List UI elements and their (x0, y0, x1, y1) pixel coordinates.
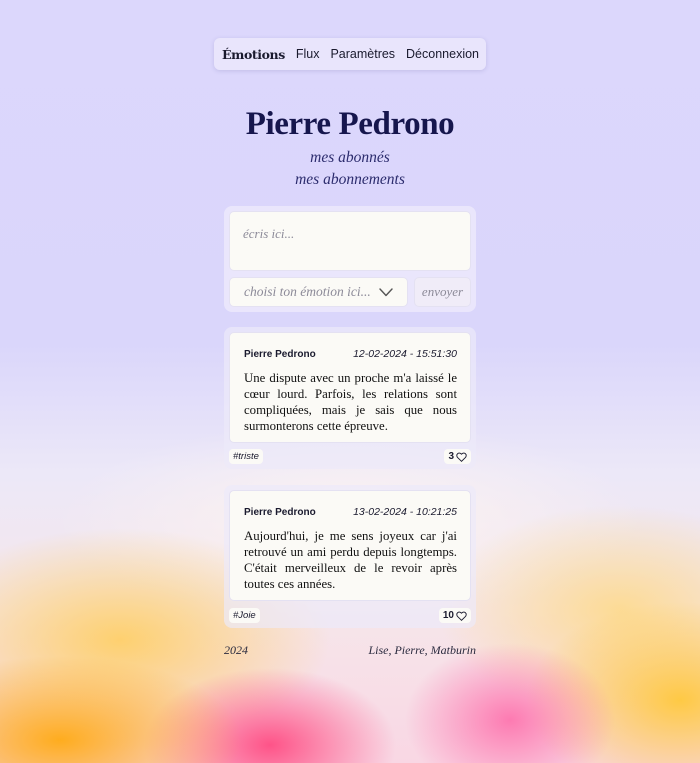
followers-link[interactable]: mes abonnés (0, 149, 700, 167)
like-count: 3 (448, 451, 454, 462)
like-button[interactable]: 3 (444, 449, 471, 464)
post-text: Aujourd'hui, je me sens joyeux car j'ai … (244, 529, 457, 591)
profile-name: Pierre Pedrono (245, 106, 455, 142)
post-text-input[interactable]: écris ici... (229, 211, 471, 271)
post-card: Pierre Pedrono 12-02-2024 - 15:51:30 Une… (224, 327, 476, 469)
post-date: 13-02-2024 - 10:21:25 (353, 506, 457, 518)
following-link[interactable]: mes abonnements (0, 171, 700, 189)
emotion-tag[interactable]: #Joie (229, 608, 260, 623)
footer-credits: Lise, Pierre, Matburin (368, 643, 476, 657)
post-composer: écris ici... choisi ton émotion ici... e… (224, 206, 476, 312)
post-card: Pierre Pedrono 13-02-2024 - 10:21:25 Auj… (224, 485, 476, 628)
post-content: Pierre Pedrono 12-02-2024 - 15:51:30 Une… (229, 332, 471, 443)
page: Émotions Flux Paramètres Déconnexion Pie… (0, 0, 700, 763)
send-button[interactable]: envoyer (414, 277, 471, 307)
emotion-select-placeholder: choisi ton émotion ici... (244, 284, 371, 299)
heart-icon (456, 611, 467, 621)
post-date: 12-02-2024 - 15:51:30 (353, 348, 457, 360)
brand-logo[interactable]: Émotions (222, 47, 285, 62)
chevron-down-icon (379, 287, 393, 296)
emotion-tag[interactable]: #triste (229, 449, 263, 464)
like-button[interactable]: 10 (438, 608, 471, 623)
nav-link-parametres[interactable]: Paramètres (330, 47, 395, 61)
post-author[interactable]: Pierre Pedrono (244, 349, 316, 360)
nav-link-deconnexion[interactable]: Déconnexion (406, 47, 479, 61)
top-nav: Émotions Flux Paramètres Déconnexion (214, 38, 486, 70)
emotion-select[interactable]: choisi ton émotion ici... (229, 277, 408, 307)
post-content: Pierre Pedrono 13-02-2024 - 10:21:25 Auj… (229, 490, 471, 601)
nav-link-flux[interactable]: Flux (296, 47, 320, 61)
heart-icon (456, 452, 467, 462)
like-count: 10 (442, 610, 454, 621)
post-text: Une dispute avec un proche m'a laissé le… (244, 371, 457, 433)
post-author[interactable]: Pierre Pedrono (244, 507, 316, 518)
footer-year: 2024 (224, 643, 248, 657)
